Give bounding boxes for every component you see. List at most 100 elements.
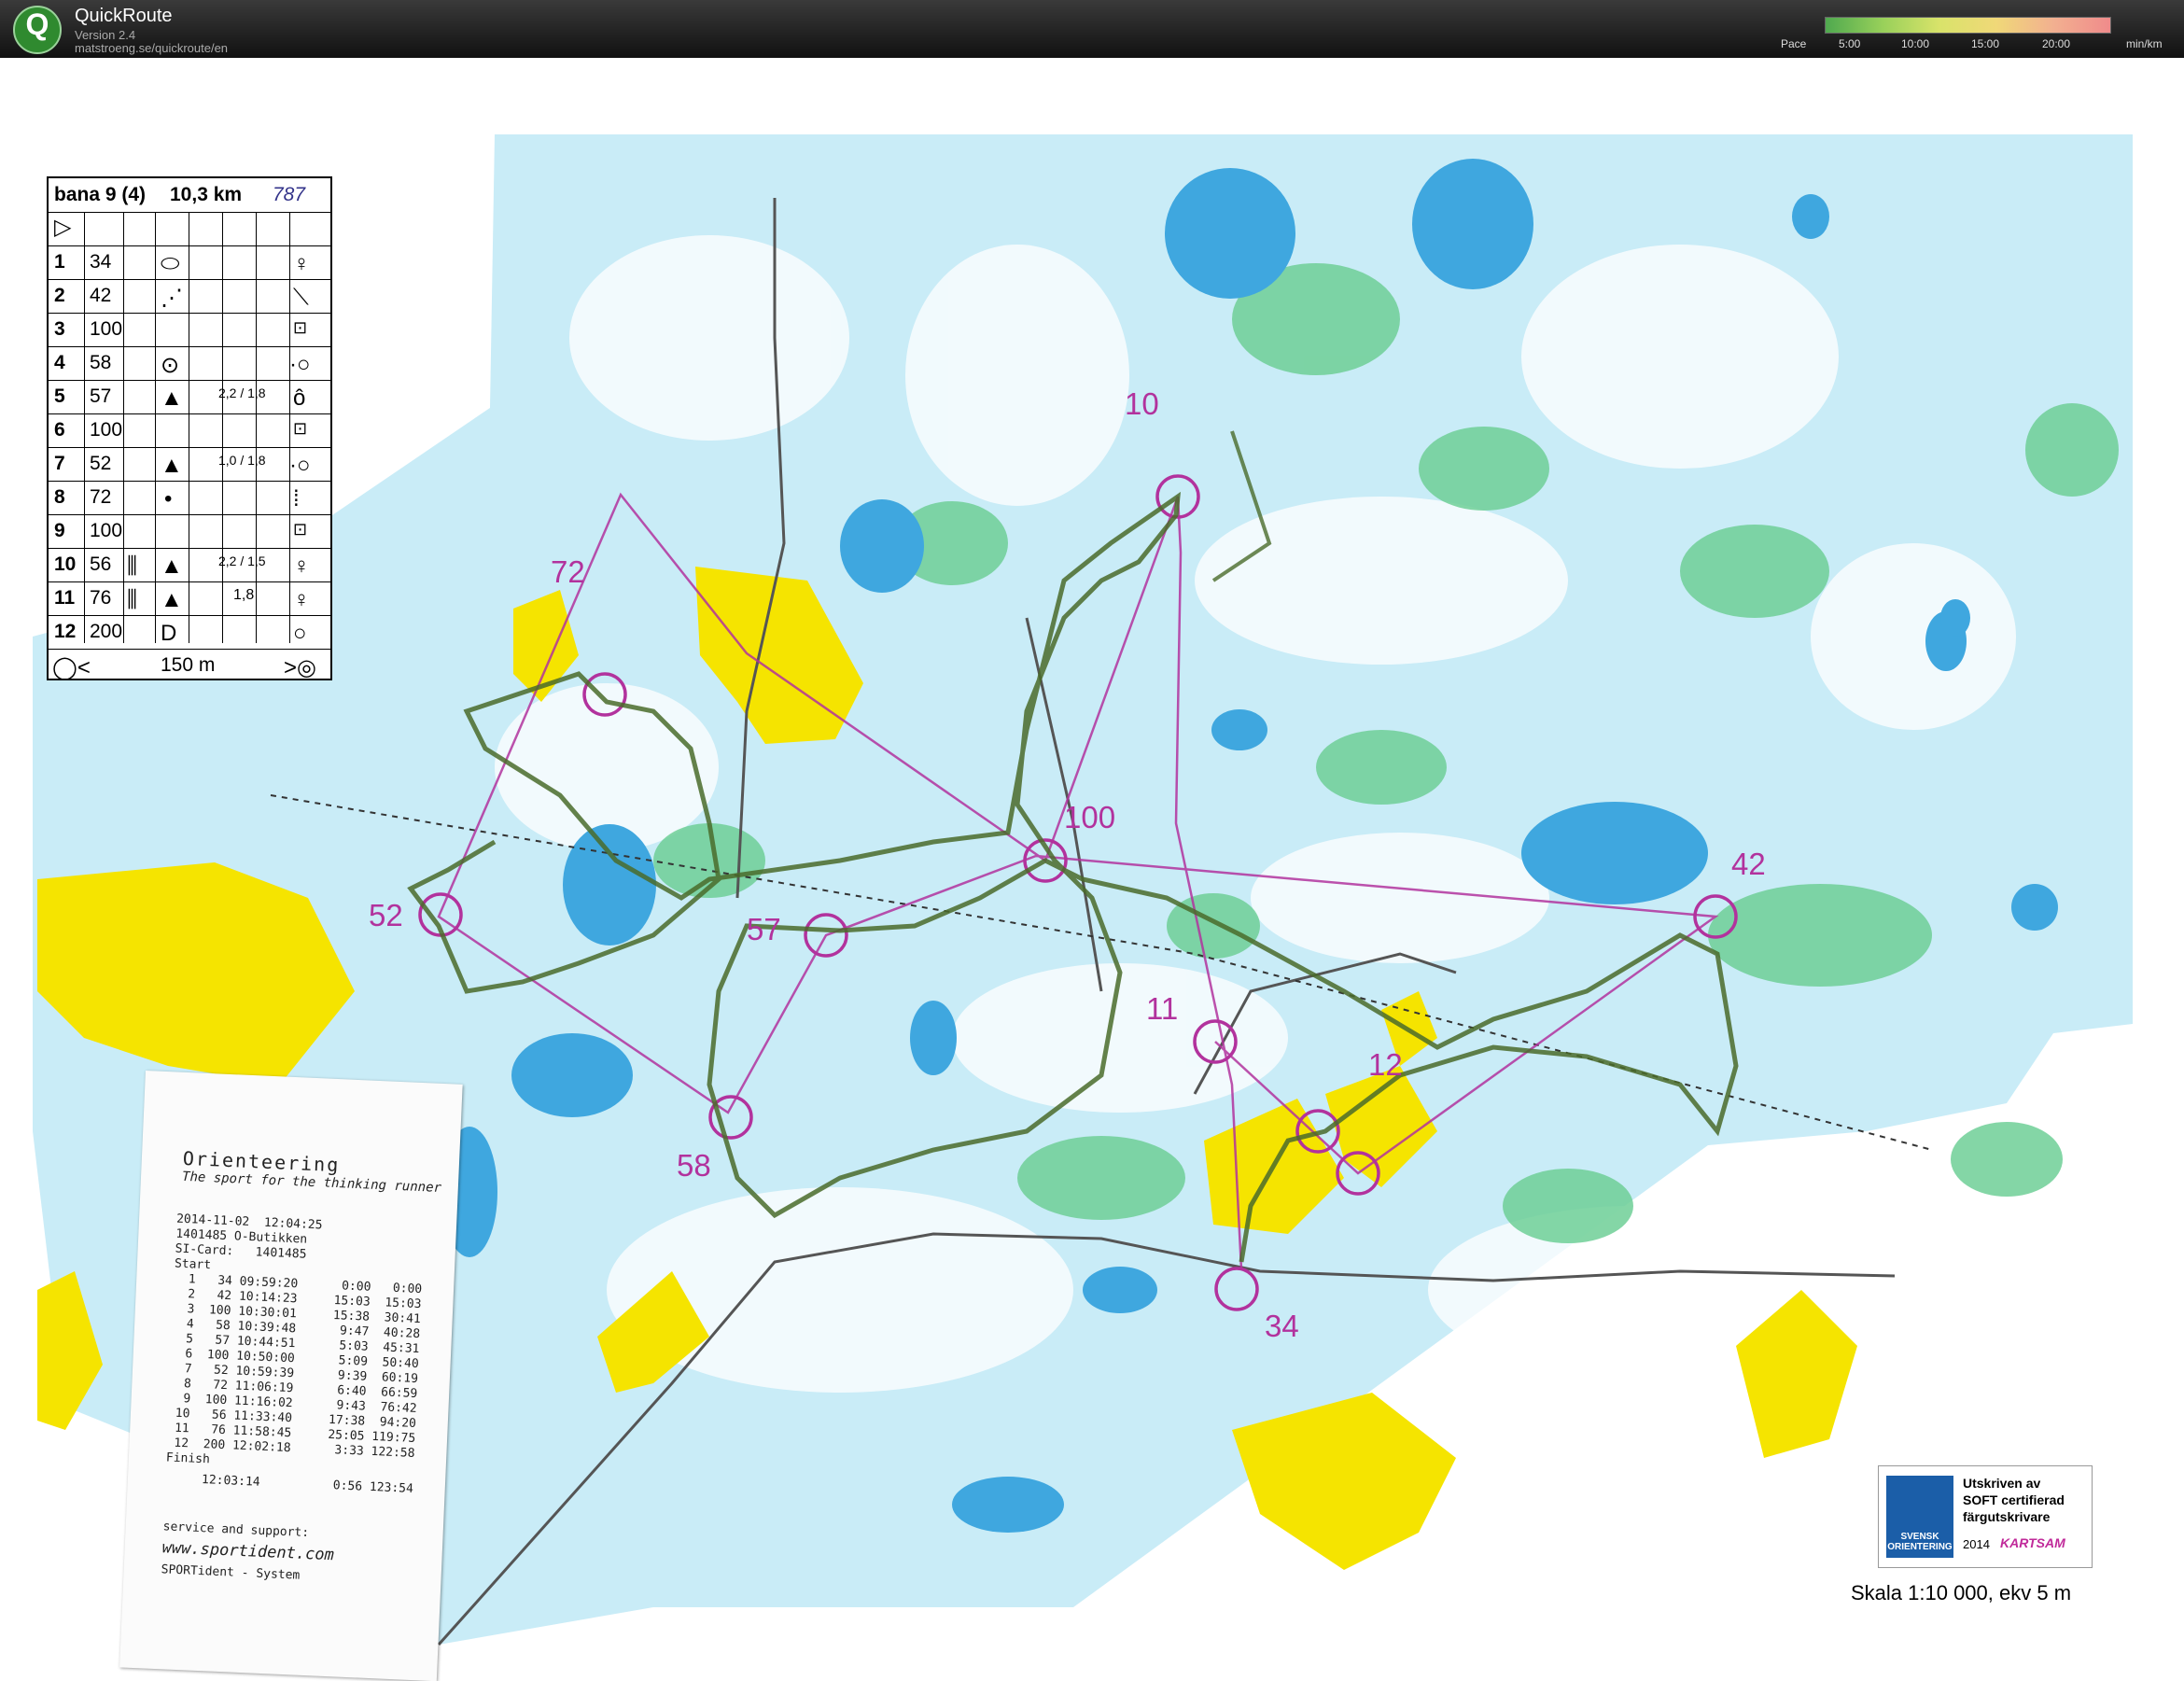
logo-text: SVENSK ORIENTERING bbox=[1887, 1532, 1953, 1552]
receipt-line: Start bbox=[174, 1256, 212, 1273]
cert-line: SOFT certifierad bbox=[1963, 1492, 2065, 1507]
dimensions: 2,2 / 1,8 bbox=[218, 385, 266, 400]
pace-tick: 10:00 bbox=[1901, 37, 1930, 50]
control-row: 1 34 ⬭ ♀ bbox=[49, 245, 330, 280]
control-code: 58 bbox=[90, 352, 112, 373]
app-url[interactable]: matstroeng.se/quickroute/en bbox=[75, 41, 228, 55]
group-icon: ⫼ bbox=[127, 587, 138, 612]
grid-line bbox=[84, 212, 85, 643]
control-code: 57 bbox=[90, 385, 112, 407]
control-no: 4 bbox=[54, 352, 65, 373]
course-length: 10,3 km bbox=[170, 184, 243, 205]
finish-distance: 150 m bbox=[161, 654, 216, 676]
control-number: 42 bbox=[1731, 847, 1766, 881]
pace-tick: 20:00 bbox=[2042, 37, 2071, 50]
control-code: 100 bbox=[90, 419, 123, 441]
finish-row: ◯< 150 m >◎ bbox=[49, 649, 330, 682]
cert-year: 2014 bbox=[1963, 1537, 1990, 1551]
side-icon: ·○ bbox=[289, 352, 311, 377]
dot-icon: • bbox=[164, 486, 173, 511]
title-bar: Q QuickRoute Version 2.4 matstroeng.se/q… bbox=[0, 0, 2184, 58]
control-number: 57 bbox=[747, 912, 781, 946]
quickroute-logo-icon: Q bbox=[13, 6, 62, 54]
course-name: bana 9 (4) bbox=[54, 184, 147, 205]
control-number: 12 bbox=[1368, 1047, 1403, 1082]
side-icon: ○ bbox=[293, 621, 307, 646]
receipt-line: Finish bbox=[165, 1450, 211, 1467]
si-receipt: Orienteering The sport for the thinking … bbox=[119, 1071, 463, 1681]
location-icon: ♀ bbox=[293, 251, 310, 276]
grid-line bbox=[256, 212, 257, 643]
cert-line: Utskriven av bbox=[1963, 1476, 2041, 1491]
receipt-line: 12:03:14 0:56 123:54 bbox=[164, 1471, 414, 1496]
svensk-orientering-logo-icon: SVENSK ORIENTERING bbox=[1886, 1476, 1953, 1558]
finish-icon: >◎ bbox=[284, 655, 316, 680]
card-header: bana 9 (4) 10,3 km 787 bbox=[49, 178, 330, 213]
receipt-system: SPORTident - System bbox=[161, 1562, 301, 1583]
between-icon: ⁞ bbox=[293, 486, 300, 511]
top-icon: ô bbox=[293, 385, 306, 411]
ditch-icon: ⋰ bbox=[161, 286, 183, 311]
group-icon: ⫼ bbox=[127, 553, 138, 579]
app-name: QuickRoute bbox=[75, 6, 173, 26]
start-triangle-icon: ▷ bbox=[54, 215, 72, 240]
control-code: 76 bbox=[90, 587, 112, 609]
half-circle-icon: D bbox=[161, 621, 177, 646]
start-row: ▷ bbox=[49, 212, 330, 246]
control-no: 5 bbox=[54, 385, 65, 407]
control-number: 34 bbox=[1265, 1309, 1299, 1343]
control-row: 10 56 ⫼ ▲ 2,2 / 1,5 ♀ bbox=[49, 548, 330, 582]
boulder-icon: ▲ bbox=[161, 453, 183, 478]
control-code: 100 bbox=[90, 520, 123, 541]
receipt-support: service and support: bbox=[162, 1520, 310, 1541]
control-number: 11 bbox=[1146, 991, 1179, 1026]
map-canvas[interactable]: 10 72 100 42 52 57 11 12 58 34 bana 9 (4… bbox=[0, 58, 2184, 1681]
control-no: 1 bbox=[54, 251, 65, 273]
control-no: 8 bbox=[54, 486, 65, 508]
boulder-icon: ▲ bbox=[161, 385, 183, 411]
control-row: 3 100 ⊡ bbox=[49, 313, 330, 347]
point-feature-icon: ⊙ bbox=[161, 353, 180, 378]
control-no: 11 bbox=[54, 587, 76, 609]
grid-line bbox=[123, 212, 124, 643]
location-icon: ♀ bbox=[293, 587, 310, 612]
control-number: 58 bbox=[677, 1148, 711, 1183]
dimensions: 1,8 bbox=[233, 587, 255, 603]
water-refreshment-icon: ⊡ bbox=[293, 318, 308, 337]
control-row: 8 72 • ⁞ bbox=[49, 481, 330, 515]
boulder-icon: ▲ bbox=[161, 553, 183, 579]
knoll-icon: ⬭ bbox=[161, 251, 180, 276]
control-no: 9 bbox=[54, 520, 65, 541]
pace-color-scale bbox=[1825, 17, 2111, 34]
water-refreshment-icon: ⊡ bbox=[293, 419, 308, 438]
control-number: 100 bbox=[1064, 800, 1116, 834]
control-no: 6 bbox=[54, 419, 65, 441]
control-row: 12 200 D ○ bbox=[49, 615, 330, 650]
pace-tick: 15:00 bbox=[1971, 37, 2000, 50]
control-code: 72 bbox=[90, 486, 112, 508]
control-description-card: bana 9 (4) 10,3 km 787 ▷ 1 34 ⬭ ♀ 2 42 ⋰ ⟍ 3 10… bbox=[47, 176, 332, 680]
handwritten-note: 787 bbox=[273, 184, 306, 205]
cert-line: färgutskrivare bbox=[1963, 1509, 2051, 1524]
control-code: 56 bbox=[90, 553, 112, 575]
control-no: 7 bbox=[54, 453, 65, 474]
control-row: 11 76 ⫼ ▲ 1,8 ♀ bbox=[49, 581, 330, 616]
boulder-icon: ▲ bbox=[161, 587, 183, 612]
grid-line bbox=[289, 212, 290, 643]
cert-brand: KARTSAM bbox=[2000, 1535, 2065, 1550]
control-code: 34 bbox=[90, 251, 112, 273]
control-row: 7 52 ▲ 1,0 / 1,8 ·○ bbox=[49, 447, 330, 482]
control-row: 9 100 ⊡ bbox=[49, 514, 330, 549]
grid-line bbox=[155, 212, 156, 643]
control-code: 100 bbox=[90, 318, 123, 340]
control-no: 3 bbox=[54, 318, 65, 340]
side-icon: ·○ bbox=[289, 453, 311, 478]
finish-start-icon: ◯< bbox=[52, 655, 91, 680]
control-no: 10 bbox=[54, 553, 77, 575]
receipt-website: www.sportident.com bbox=[161, 1538, 335, 1565]
corner-icon: ⟍ bbox=[293, 285, 309, 310]
app-version: Version 2.4 bbox=[75, 28, 136, 42]
control-no: 2 bbox=[54, 285, 65, 306]
control-row: 4 58 ⊙ ·○ bbox=[49, 346, 330, 381]
dimensions: 1,0 / 1,8 bbox=[218, 453, 266, 468]
